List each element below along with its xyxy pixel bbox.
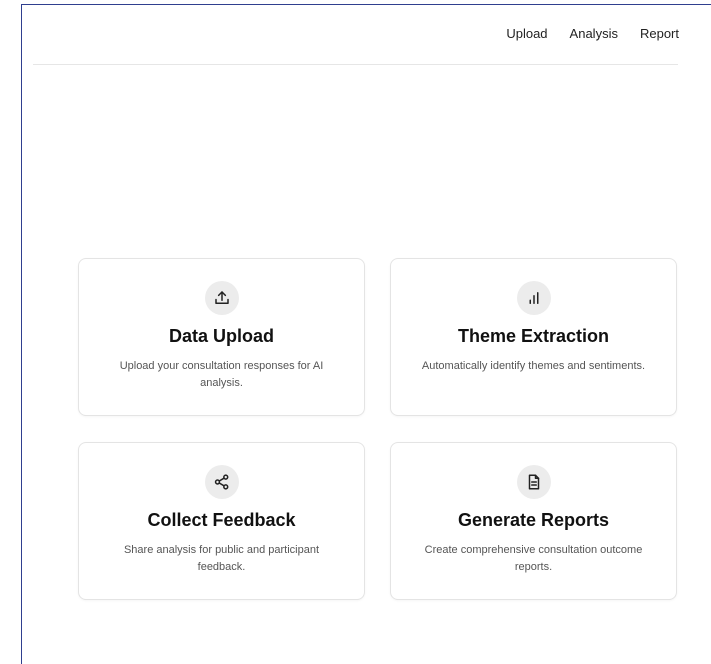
nav-analysis[interactable]: Analysis bbox=[570, 26, 618, 41]
document-icon bbox=[516, 465, 551, 499]
card-title: Generate Reports bbox=[457, 510, 610, 530]
card-description: Share analysis for public and participan… bbox=[123, 544, 320, 573]
upload-icon bbox=[204, 281, 239, 315]
card-title: Data Upload bbox=[168, 326, 274, 346]
nav-report[interactable]: Report bbox=[640, 26, 679, 41]
top-nav: Upload Analysis Report bbox=[506, 26, 679, 41]
bar-chart-icon bbox=[516, 281, 551, 315]
card-title: Collect Feedback bbox=[147, 510, 296, 530]
card-description: Automatically identify themes and sentim… bbox=[421, 360, 646, 372]
card-data-upload[interactable]: Data Upload Upload your consultation res… bbox=[78, 258, 365, 416]
card-description: Upload your consultation responses for A… bbox=[119, 360, 324, 389]
header-divider bbox=[33, 64, 678, 65]
card-generate-reports[interactable]: Generate Reports Create comprehensive co… bbox=[390, 442, 677, 600]
nav-upload[interactable]: Upload bbox=[506, 26, 547, 41]
card-collect-feedback[interactable]: Collect Feedback Share analysis for publ… bbox=[78, 442, 365, 600]
share-icon bbox=[204, 465, 239, 499]
card-theme-extraction[interactable]: Theme Extraction Automatically identify … bbox=[390, 258, 677, 416]
card-title: Theme Extraction bbox=[457, 326, 610, 346]
card-description: Create comprehensive consultation outcom… bbox=[424, 544, 643, 573]
